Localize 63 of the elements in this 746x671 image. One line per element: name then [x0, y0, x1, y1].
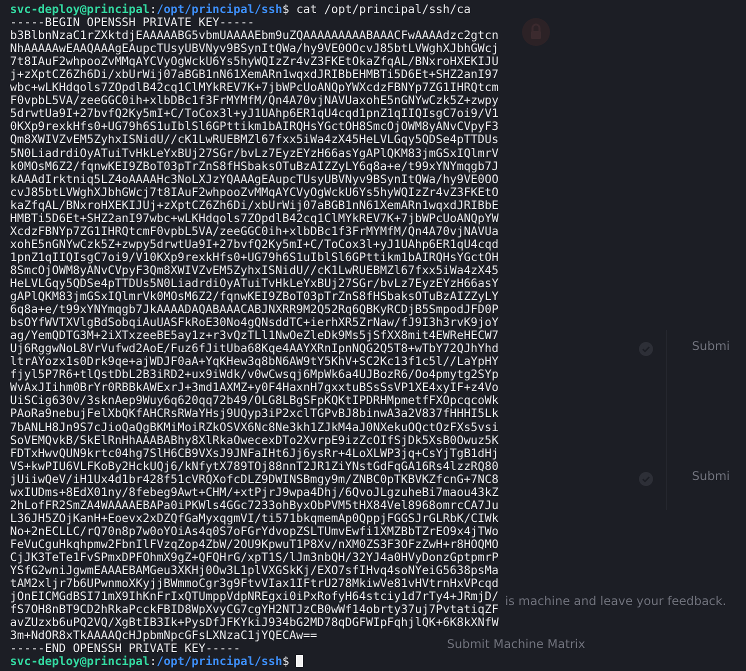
terminal-output-line: F0vpbL5VA/zeeGGC0ih+xlbDBc1f3FrMYMfM/Qn4A70vjNAVUaxohE5nGNYwCzk5Z+zwpy — [10, 93, 499, 108]
terminal-output-line: k0MOsM6Z2/fqnwKEI9ZBoT03pTrZnS8fHSbaksOTuBzAIZZyLY6q8a+e/t99xYNYmqgb7J — [10, 158, 499, 173]
terminal-output-line: avZUzxb6uPQ2VQ/XgBtIB3Ik+PysDfJFKYkiJ934bG2MD78qDGFWIpFqhjlQK+6K8kXNfW — [10, 615, 499, 630]
terminal-output-line: 1pnZ1qIIQIsgC7oi9/V10KXp9rexkHfs0+UG79h6S1uIblSl6GPttikm1bAIRQHsYGctOH — [10, 250, 499, 264]
terminal-output-line: No+2nECLLC/rQ70n8p7w0oYOiAs4q0S7oFGrYdvopZSLTUmvEwfi1XMZBbTZrEO9x4jTWo — [10, 524, 499, 538]
terminal-output-line: Qm8XWIVZvEM5ZyhxISNidU//cK1LwRUEBMZl67fxx5iWa4zX45HeLVLGqy5QDSe4pTTDUs — [10, 132, 499, 146]
terminal-output-line: 2hLofFR2SmZA4WAAAAEBAPa0iPKWls4GGc7233ohByxObPVM5tHX84Vel8968omrcCA7Ju — [10, 498, 499, 512]
terminal-output-line: YSfG2wniJgwmEAAAEBAMGeu3XKHj0Ow3L1plVXGSkKj/EXO7sfIHvq4soNYeiG5638psMa — [10, 563, 499, 578]
terminal-output-line: bsOYfWVTXVlgBdSobqiAuUASFkRoE30No4gQNsddTC+ierhXR5ZrNaw/fJ9I3h3rvK9joY — [10, 315, 499, 330]
terminal-output-line: FDTxHwvQUN9krtc04hg7SlH6CB9VXsJ9JNFaIHt6Jj6ysRr+4LoXLWP3jq+CsYjTgB1dHj — [10, 446, 499, 460]
terminal-output-line: wxIUDms+8EdX01ny/8febeg9Awt+CHM/+xtPjrJ9wpa4Dhj/6QvoJLgzuheBi7maou43kZ — [10, 484, 499, 499]
prompt-path: /opt/principal/ssh — [156, 2, 282, 16]
prompt-path: /opt/principal/ssh — [156, 654, 282, 668]
terminal-output-line: VS+kwPIU6VLFKoBy2HckUQj6/kNfytX789TOj88nnT2JR1ZiYNstGdFqGA16Rs4lzzRQ80 — [10, 458, 499, 473]
terminal-output-line: UiSCig630v/3sknAep9Wuy6q620qq72b49/OLG8LBgSFpKQKtIPDRHMpmetfFXOpcqcoWk — [10, 393, 499, 408]
submit-button-text: Submi — [692, 470, 730, 484]
terminal-output-line: HMBTi5D6Et+SHZ2anI97wbc+wLKHdqols7ZOpdlB42cq1ClMYkREV7K+7jbWPcUoANQpYW — [10, 210, 499, 225]
prompt-symbol: $ — [282, 2, 290, 16]
terminal-output-line: jUiiwQeV/iH1Ux4d1br428f51cVRQXofcDLZ9DWINSBmgy9m/ZNBC0pTKBVKZfcnG+7NC8 — [10, 472, 499, 486]
terminal-output-line: FeVuCguHkqhpmw2FbnIlFVzqZop4ZbW/2OU9KpwuT1P8Xv/nXM0ZS3F3OFzZwH+r8HOQMO — [10, 536, 499, 551]
submit-text: Submit Machine Matrix — [447, 638, 586, 652]
terminal-output-line: XcdzFBNYp7ZG1IHRQtcmF0vpbL5VA/zeeGGC0ih+xlbDBc1f3FrMYMfM/Qn4A70vjNAVUa — [10, 224, 499, 238]
terminal-output-line: gAPlQKM83jmGSxIQlmrVk0MOsM6Z2/fqnwKEI9ZBoT03pTrZnS8fHSbaksOTuBzAIZZyLY — [10, 289, 499, 304]
terminal-output-line: 8SmcOjOWM8yANvCVpyF3Qm8XWIVZvEM5ZyhxISNidU//cK1LwRUEBMZl67fxx5iWa4zX45 — [10, 262, 499, 277]
terminal-output-line: -----END OPENSSH PRIVATE KEY----- — [10, 641, 240, 656]
terminal-output-line: xohE5nGNYwCzk5Z+zwpy5drwtUa9I+27bvfQ2Ky5mI+C/ToCox3l+yJ1UAhp6ER1qU4cqd — [10, 236, 499, 251]
terminal-output-line: j+zXptCZ6Zh6Di/xbUrWij07aBGB1nN61XemARn1wqxdJRIBbEHMBTi5D6Et+SHZ2anI97 — [10, 67, 499, 82]
terminal-output-line: fS7OH8nBT9CD2hRkaPcckFBID8WpXvyCG7cgYH2NTJzCB0wWf14obrty37uj7PvtatiqZF — [10, 602, 499, 616]
terminal-output-line: 3m+NdOR8xTkAAAAQcHJpbmNpcGFsLXNzaC1jYQECAw== — [10, 628, 318, 642]
terminal-output-line: PAoRa9nebujFelXbQKfAHCRsRWaYHsj9UQyp3iP2xclTGPvBJ8binwA3a2V837fHHHI5Lk — [10, 406, 499, 420]
terminal-output-line: 5N0LiadrdiOyATuiTvHkLeYxBUj27SGr/bvLz7EyzEYzH66asYgAPlQKM83jmGSxIQlmrV — [10, 146, 499, 160]
terminal-output-line: 5drwtUa9I+27bvfQ2Ky5mI+C/ToCox3l+yJ1UAhp6ER1qU4cqd1pnZ1qIIQIsgC7oi9/V1 — [10, 106, 499, 120]
terminal-output-line: CjJK3TeTe1FvSPmxDPFOhmX9gZ+QFQHrG/xpT1S/lJm3nbQH/32YJ4a0HVyDonzGptpmrP — [10, 550, 499, 564]
terminal-output-line: b3BlbnNzaC1rZXktdjEAAAAABG5vbmUAAAAEbm9uZQAAAAAAAAABAAACFwAAAAdzc2gtcn — [10, 28, 499, 42]
prompt-separator: : — [150, 2, 157, 16]
feedback-text: is machine and leave your feedback. — [505, 595, 726, 608]
terminal-output-line: 7bANLH8Jn9S7cJioQaQgBKMiMoiRZkOSVX6Nc8Ne3kh1ZJkM4aJ0NXekuOQctOzFXs5vsi — [10, 420, 499, 434]
terminal-output-line: tAM2xljr7b6UPwnmoXKyjjBWmmoCgr3g9FtvVIax1IFtrU278MkiwVe81vHVtrnHxVPcqd — [10, 576, 499, 590]
terminal-output-line: -----BEGIN OPENSSH PRIVATE KEY----- — [10, 15, 254, 30]
prompt-separator: : — [150, 654, 157, 668]
terminal-output-line: kAAAdIrktniq5LZ4oAAAAHc3NoLXJzYQAAAgEAupcTUsyUBVNyv9BSynItQWa/hy9VE0OO — [10, 172, 499, 186]
command-text: cat /opt/principal/ssh/ca — [296, 2, 471, 16]
terminal-output-line: fjyl5P7R6+tlQstDbL2B3iRD2+ux9iWdk/v0wCwsqj6MpWk6a4UJBozR6/Oo4pmytg2SYp — [10, 367, 499, 382]
terminal-output-line: ag/YemQDTG3M+2iXTxzeeBE5ay1z+r3vQzTLl1NwOeZleDk9Ms5jSfXX8mit4EWReHECW7 — [10, 328, 499, 342]
terminal-output-line: HeLVLGqy5QDSe4pTTDUs5N0LiadrdiOyATuiTvHkLeYxBUj27SGr/bvLz7EyzEYzH66asY — [10, 276, 499, 290]
submit-button-text: Submi — [692, 340, 730, 354]
terminal-output-line: WvAxJIihm0BrYr0RBBkAWExrJ+3md1AXMZ+y0F4HaxnH7gxxtuBSsSsVP1XE4xyIF+z4Vo — [10, 380, 499, 394]
prompt-symbol: $ — [282, 654, 290, 668]
terminal-output-line: 0KXp9rexkHfs0+UG79h6S1uIblSl6GPttikm1bAIRQHsYGctOH8SmcOjOWM8yANvCVpyF3 — [10, 119, 499, 134]
terminal-output-line: SoVEMQvkB/SkElRnHhAAABABhy8XlRkaOwecexDTo2XvrpE9izZcOIfSjDk5XsB0Owuz5K — [10, 432, 499, 447]
terminal-output-line: cvJ85btLVWghXJbhGWcj7t8IAuF2whpooZvMMqAYCVyOgWckU6Ys5hyWQIzZr4vZ3FKEtO — [10, 184, 499, 199]
terminal-output-line: kaZfqAL/BNxroHXEKIJUj+zXptCZ6Zh6Di/xbUrWij07aBGB1nN61XemARn1wqxdJRIBbE — [10, 198, 499, 212]
terminal-output-line: 7t8IAuF2whpooZvMMqAYCVyOgWckU6Ys5hyWQIzZr4vZ3FKEtOkaZfqAL/BNxroHXEKIJU — [10, 54, 499, 68]
prompt-user-host: svc-deploy@principal — [10, 654, 150, 668]
terminal-output-line: L36JH5ZOjKanH+Eoevx2xDZQfGaMyxqgmVI/ti571bkqmemAp0QppjFGGSJrGLRbK/CIWk — [10, 510, 499, 525]
terminal-output-line: Uj6RggwNoL8VrVufwd2AoE/Fuz6fJitUba68Kqe4AAYXRnIpnNQG2Q5T8+wTbY72QJhYhd — [10, 341, 499, 356]
prompt-user-host: svc-deploy@principal — [10, 2, 150, 16]
terminal-output-line: NhAAAAAwEAAQAAAgEAupcTUsyUBVNyv9BSynItQWa/hy9VE0OOcvJ85btLVWghXJbhGWcj — [10, 41, 499, 56]
terminal-output-line: wbc+wLKHdqols7ZOpdlB42cq1ClMYkREV7K+7jbWPcUoANQpYWXcdzFBNYp7ZG1IHRQtcm — [10, 80, 499, 94]
lock-circle-icon — [521, 17, 551, 47]
terminal-output-line: ltrAYozx1s0Drk9qe+ajWDJF0aA+YqKHew3q8bN6AW9tY5KhV+SC2Kc13f1c5l//LaYpHY — [10, 354, 499, 368]
terminal-output-line: jOnEICMGdBSI71mX9IhKnFrIxQTUmppVdpNREgxi0iPxRofyH64stciy1d7rTy4+JRmjD/ — [10, 589, 499, 604]
terminal-output-line: 6q8a+e/t99xYNYmqgb7JkAAAADAQABAAACABJNXRR9M2Q52Rq6QBKyRCDjB5SmpodJFD0P — [10, 302, 499, 316]
